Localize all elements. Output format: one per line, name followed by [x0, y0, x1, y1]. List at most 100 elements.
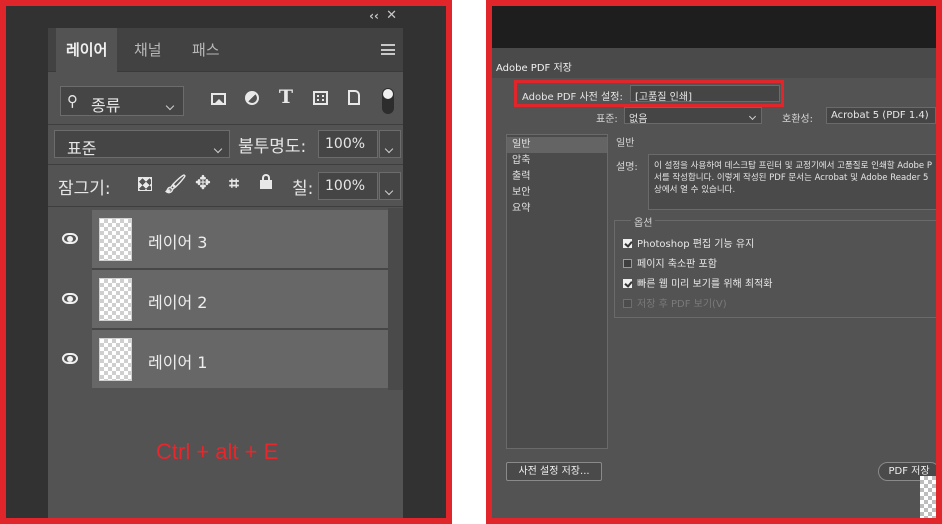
layer-name: 레이어 3	[148, 233, 208, 252]
description-textarea[interactable]: 이 설정을 사용하여 데스크탑 프린터 및 교정기에서 고품질로 인쇄할 Ado…	[648, 154, 936, 210]
options-title: 옵션	[631, 214, 656, 229]
section-title: 일반	[616, 138, 635, 149]
fill-label: 칠:	[292, 179, 314, 199]
preset-highlight-box	[514, 80, 784, 107]
filter-toggle[interactable]	[377, 86, 399, 116]
layer-row[interactable]: 레이어 1	[48, 330, 388, 388]
eye-icon[interactable]	[62, 293, 78, 304]
description-line: 상에서 열 수 있습니다.	[654, 185, 736, 195]
visibility-cell[interactable]	[48, 210, 92, 268]
pdf-save-dialog: Adobe PDF 저장 Adobe PDF 사전 설정: [고품질 인쇄] 표…	[492, 48, 936, 518]
canvas-transparency	[920, 476, 936, 518]
blend-mode-select[interactable]: 표준	[54, 130, 230, 158]
pdf-save-dialog-screenshot: Adobe PDF 저장 Adobe PDF 사전 설정: [고품질 인쇄] 표…	[486, 0, 942, 524]
layer-row[interactable]: 레이어 3	[48, 210, 388, 268]
option-label: 저장 후 PDF 보기(V)	[637, 299, 727, 310]
eye-icon[interactable]	[62, 233, 78, 244]
panel-tabs: 레이어 채널 패스	[48, 28, 403, 72]
layers-panel: ‹‹ ✕ 레이어 채널 패스 ⚲ 종류 T 표준 불투명도: 100% 잠그기:…	[48, 6, 403, 518]
layer-thumbnail	[99, 218, 132, 261]
sidebar-item-general[interactable]: 일반	[507, 137, 607, 153]
visibility-cell[interactable]	[48, 270, 92, 328]
lock-brush-icon[interactable]: 🖌	[164, 174, 187, 195]
filter-kind-label: 종류	[91, 96, 121, 115]
layer-name: 레이어 2	[148, 293, 208, 312]
image-icon[interactable]	[208, 90, 228, 110]
compat-select[interactable]: Acrobat 5 (PDF 1.4)	[826, 107, 936, 124]
layer-row[interactable]: 레이어 2	[48, 270, 388, 328]
dialog-titlebar: Adobe PDF 저장	[492, 48, 936, 78]
option-fast-web-view[interactable]: 빠른 웹 미리 보기를 위해 최적화	[623, 275, 773, 290]
smart-object-icon[interactable]	[344, 90, 364, 110]
option-embed-thumbnails[interactable]: 페이지 축소판 포함	[623, 255, 717, 270]
lock-move-icon[interactable]: ✥	[193, 172, 213, 194]
lock-transparent-icon[interactable]	[136, 176, 154, 196]
standard-select[interactable]: 없음	[624, 107, 762, 125]
divider	[48, 164, 403, 165]
layer-thumbnail	[99, 278, 132, 321]
opacity-value: 100%	[325, 136, 366, 152]
opacity-dropdown[interactable]	[379, 130, 401, 158]
checkbox	[623, 299, 632, 308]
lock-artboard-icon[interactable]: ⌗	[223, 174, 245, 194]
fill-dropdown[interactable]	[379, 172, 401, 200]
photoshop-layers-screenshot: ‹‹ ✕ 레이어 채널 패스 ⚲ 종류 T 표준 불투명도: 100% 잠그기:…	[0, 0, 452, 524]
options-group: 옵션 Photoshop 편집 기능 유지 페이지 축소판 포함 빠른 웹 미리…	[614, 214, 936, 318]
option-view-pdf-after-save: 저장 후 PDF 보기(V)	[623, 295, 727, 310]
checkbox[interactable]	[623, 239, 632, 248]
standard-label: 표준:	[596, 114, 618, 125]
divider	[48, 206, 403, 207]
chevron-down-icon	[213, 138, 223, 156]
collapse-panel-icon[interactable]: ‹‹	[369, 9, 379, 23]
dialog-title: Adobe PDF 저장	[496, 63, 572, 74]
compat-label: 호환성:	[782, 114, 813, 125]
lock-all-icon[interactable]	[256, 174, 276, 195]
chevron-down-icon	[165, 95, 175, 113]
sidebar-item-output[interactable]: 출력	[507, 169, 607, 185]
eye-icon[interactable]	[62, 353, 78, 364]
checkbox[interactable]	[623, 279, 632, 288]
layers-scrollbar[interactable]	[388, 208, 403, 390]
chevron-down-icon	[748, 111, 757, 122]
shortcut-annotation: Ctrl + alt + E	[156, 439, 279, 464]
opacity-input[interactable]: 100%	[318, 130, 378, 158]
blend-mode-value: 표준	[67, 139, 97, 158]
option-preserve-editing[interactable]: Photoshop 편집 기능 유지	[623, 235, 754, 250]
opacity-label: 불투명도:	[238, 137, 307, 157]
description-label: 설명:	[616, 162, 638, 173]
shape-icon[interactable]	[310, 90, 330, 110]
option-label: 빠른 웹 미리 보기를 위해 최적화	[637, 279, 773, 290]
save-preset-button[interactable]: 사전 설정 저장...	[506, 462, 602, 481]
standard-value: 없음	[629, 114, 648, 125]
compat-value: Acrobat 5 (PDF 1.4)	[831, 110, 929, 121]
fill-input[interactable]: 100%	[318, 172, 378, 200]
checkbox[interactable]	[623, 259, 632, 268]
right-dock-area	[403, 6, 446, 518]
tab-channels[interactable]: 채널	[124, 28, 172, 72]
sidebar-item-security[interactable]: 보안	[507, 185, 607, 201]
description-line: 서를 작성합니다. 이렇게 작성된 PDF 문서는 Acrobat 및 Adob…	[654, 173, 929, 183]
fill-value: 100%	[325, 178, 366, 194]
close-panel-icon[interactable]: ✕	[386, 8, 397, 23]
background-area	[492, 6, 936, 48]
filter-kind-select[interactable]: ⚲ 종류	[60, 86, 184, 116]
adjustment-icon[interactable]	[242, 90, 262, 110]
dialog-sidebar: 일반 압축 출력 보안 요약	[506, 134, 608, 449]
tab-paths[interactable]: 패스	[182, 28, 230, 72]
visibility-cell[interactable]	[48, 330, 92, 388]
lock-label: 잠그기:	[58, 179, 111, 199]
tab-layers[interactable]: 레이어	[56, 28, 118, 72]
description-line: 이 설정을 사용하여 데스크탑 프린터 및 교정기에서 고품질로 인쇄할 Ado…	[654, 161, 932, 171]
panel-menu-icon[interactable]	[381, 44, 395, 55]
layer-name: 레이어 1	[148, 353, 208, 372]
sidebar-item-compression[interactable]: 압축	[507, 153, 607, 169]
divider	[48, 124, 403, 125]
sidebar-item-summary[interactable]: 요약	[507, 201, 607, 217]
left-dock-area	[6, 6, 48, 518]
type-icon[interactable]: T	[276, 86, 296, 108]
layer-thumbnail	[99, 338, 132, 381]
option-label: 페이지 축소판 포함	[637, 259, 717, 270]
option-label: Photoshop 편집 기능 유지	[637, 239, 755, 250]
search-icon: ⚲	[67, 92, 78, 110]
chevron-down-icon	[384, 180, 394, 198]
